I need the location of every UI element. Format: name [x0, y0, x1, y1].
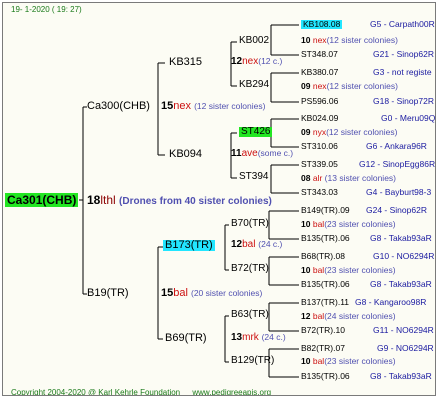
gen3-b63-name[interactable]: B63(TR) — [231, 310, 269, 320]
gen4-row-1-right[interactable]: G21 - Sinop62R — [373, 50, 434, 59]
report-date: 19- 1-2020 ( 19: 27) — [11, 5, 82, 14]
gen1-sire-info: 15bal (20 sister colonies) — [161, 287, 263, 299]
gen3-b70-info: 10 bal(23 sister colonies) — [301, 219, 396, 229]
gen2-kb094-name[interactable]: KB094 — [169, 149, 202, 160]
gen4-row-10-left[interactable]: B68(TR).08 — [301, 252, 345, 261]
gen2-kb315-info: 12nex(12 c.) — [231, 56, 283, 67]
gen3-st394-name[interactable]: ST394 — [239, 172, 268, 182]
gen4-row-6-right[interactable]: G12 - SinopEgg86R — [359, 160, 435, 169]
gen4-row-13-right[interactable]: G11 - NO6294R — [373, 326, 434, 335]
gen3-st426-info: 09 nyx(12 sister colonies) — [301, 127, 398, 137]
gen1-dam-name[interactable]: Ca300(CHB) — [87, 101, 150, 112]
gen2-b69-name[interactable]: B69(TR) — [165, 333, 207, 344]
gen3-kb294-info: 09 nex(12 sister colonies) — [301, 81, 398, 91]
gen3-st394-info: 08 alr (13 sister colonies) — [301, 173, 397, 183]
gen4-row-3-right[interactable]: G18 - Sinop72R — [373, 97, 434, 106]
gen2-kb315-name[interactable]: KB315 — [169, 57, 202, 68]
gen4-row-5-left[interactable]: ST310.06 — [301, 142, 338, 151]
gen3-b72-info: 10 bal(23 sister colonies) — [301, 265, 396, 275]
gen3-b72-name[interactable]: B72(TR) — [231, 264, 269, 274]
copyright-text: Copyright 2004-2020 @ Karl Kehrle Founda… — [11, 388, 181, 396]
gen4-row-2-right[interactable]: G3 - not registe — [373, 68, 432, 77]
gen4-row-9-right[interactable]: G8 - Takab93aR — [370, 234, 432, 243]
gen4-row-6-left[interactable]: ST339.05 — [301, 160, 338, 169]
gen3-kb002-name[interactable]: KB002 — [239, 36, 269, 46]
gen4-row-8-right[interactable]: G24 - Sinop62R — [366, 206, 427, 215]
gen4-row-12-left[interactable]: B137(TR).11 — [301, 298, 349, 307]
root-queen-info: 18lthl (Drones from 40 sister colonies) — [87, 193, 272, 207]
gen4-row-14-left[interactable]: B82(TR).07 — [301, 344, 345, 353]
gen2-b173-info: 12bal (24 c.) — [231, 239, 283, 250]
gen3-b129-name[interactable]: B129(TR) — [231, 356, 274, 366]
gen3-b129-info: 10 bal(23 sister colonies) — [301, 356, 396, 366]
gen4-row-10-right[interactable]: G10 - NO6294R — [373, 252, 434, 261]
gen3-kb294-name[interactable]: KB294 — [239, 80, 269, 90]
pedigree-frame: 19- 1-2020 ( 19: 27) Ca301(CHB) 18lthl (… — [2, 2, 436, 396]
gen1-sire-name[interactable]: B19(TR) — [87, 288, 129, 299]
gen4-row-9-left[interactable]: B135(TR).06 — [301, 234, 350, 243]
gen3-kb002-info: 10 nex(12 sister colonies) — [301, 35, 398, 45]
gen4-row-2-left[interactable]: KB380.07 — [301, 68, 338, 77]
gen4-row-8-left[interactable]: B149(TR).09 — [301, 206, 350, 215]
gen4-row-12-right[interactable]: G8 - Kangaroo98R — [355, 298, 426, 307]
gen3-b70-name[interactable]: B70(TR) — [231, 219, 269, 229]
gen3-st426-name[interactable]: ST426 — [239, 127, 273, 137]
gen3-b63-info: 12 bal(24 sister colonies) — [301, 311, 396, 321]
gen4-row-15-right[interactable]: G8 - Takab93aR — [370, 372, 432, 381]
footer: Copyright 2004-2020 @ Karl Kehrle Founda… — [11, 388, 271, 396]
site-link[interactable]: www.pedigreeapis.org — [192, 388, 271, 395]
gen4-row-0-left[interactable]: KB108.08 — [301, 20, 343, 29]
gen4-row-15-left[interactable]: B135(TR).06 — [301, 372, 350, 381]
gen4-row-11-right[interactable]: G8 - Takab93aR — [370, 280, 432, 289]
gen4-row-1-left[interactable]: ST348.07 — [301, 50, 338, 59]
gen4-row-13-left[interactable]: B72(TR).10 — [301, 326, 345, 335]
gen4-row-0-right[interactable]: G5 - Carpath00R — [370, 20, 435, 29]
gen4-row-3-left[interactable]: PS596.06 — [301, 97, 338, 106]
gen4-row-11-left[interactable]: B135(TR).06 — [301, 280, 350, 289]
root-queen-name[interactable]: Ca301(CHB) — [5, 193, 79, 207]
gen4-row-4-right[interactable]: G0 - Meru09Q — [381, 114, 435, 123]
gen1-dam-info: 15nex (12 sister colonies) — [161, 100, 266, 112]
gen4-row-4-left[interactable]: KB024.09 — [301, 114, 338, 123]
gen2-b173-name[interactable]: B173(TR) — [163, 240, 215, 251]
gen4-row-7-left[interactable]: ST343.03 — [301, 188, 338, 197]
gen4-row-14-right[interactable]: G9 - NO6294R — [377, 344, 434, 353]
gen2-kb094-info: 11ave(some c.) — [231, 148, 294, 159]
gen4-row-7-right[interactable]: G4 - Bayburt98-3 — [366, 188, 431, 197]
gen4-row-5-right[interactable]: G6 - Ankara96R — [366, 142, 427, 151]
gen2-b69-info: 13mrk (24 c.) — [231, 332, 286, 343]
